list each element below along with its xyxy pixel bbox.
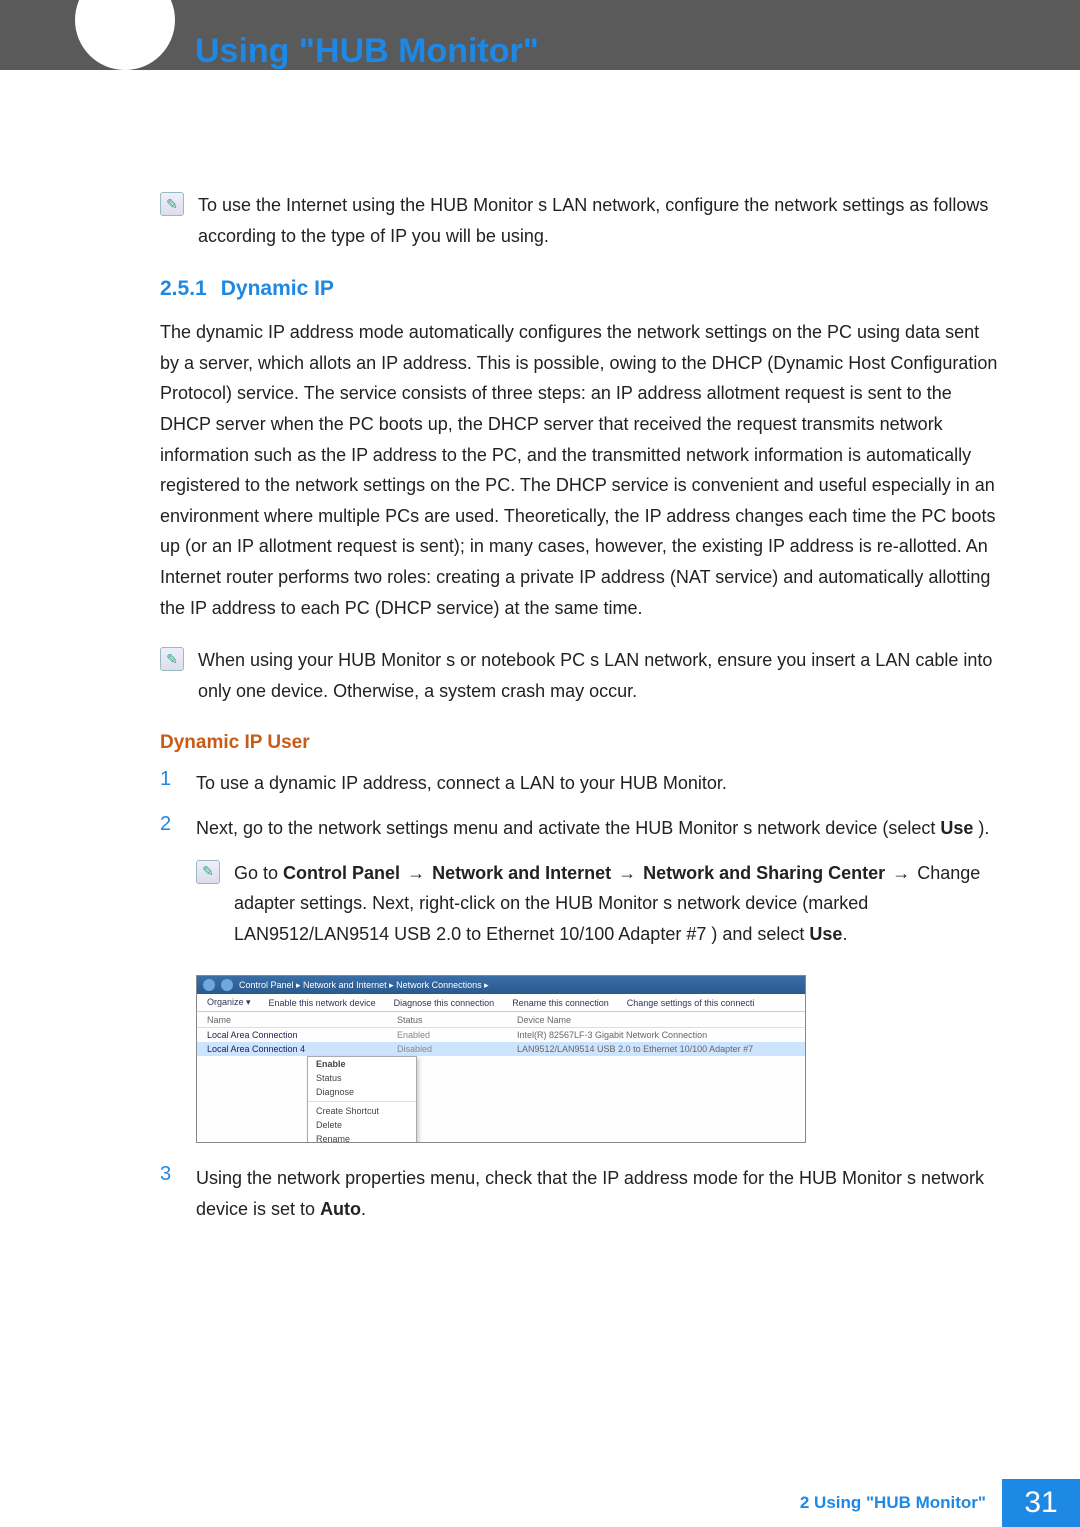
step-1: 1 To use a dynamic IP address, connect a… (160, 768, 1000, 799)
footer-chapter: 2 Using "HUB Monitor" (800, 1493, 1002, 1513)
breadcrumb: Control Panel ▸ Network and Internet ▸ N… (239, 980, 489, 991)
network-connections-screenshot: Control Panel ▸ Network and Internet ▸ N… (196, 975, 806, 1143)
subsection-heading: Dynamic IP User (160, 732, 1000, 754)
menu-delete: Delete (308, 1118, 416, 1132)
context-menu: Enable Status Diagnose Create Shortcut D… (307, 1056, 417, 1143)
menu-enable: Enable (308, 1057, 416, 1071)
warning-note: ✎ When using your HUB Monitor s or noteb… (160, 645, 1000, 706)
step-2-note-text: Go to Control Panel → Network and Intern… (234, 858, 1000, 950)
toolbar-rename: Rename this connection (512, 998, 609, 1008)
warning-note-text: When using your HUB Monitor s or noteboo… (198, 645, 1000, 706)
note-icon: ✎ (160, 192, 184, 216)
page-footer: 2 Using "HUB Monitor" 31 (800, 1479, 1080, 1527)
menu-rename: Rename (308, 1132, 416, 1143)
step-number: 2 (160, 813, 180, 836)
toolbar-enable: Enable this network device (269, 998, 376, 1008)
screenshot-titlebar: Control Panel ▸ Network and Internet ▸ N… (197, 976, 805, 994)
step-text: To use a dynamic IP address, connect a L… (196, 768, 727, 799)
section-title: Dynamic IP (221, 277, 334, 300)
section-number: 2.5.1 (160, 277, 207, 300)
section-heading: 2.5.1 Dynamic IP (160, 277, 1000, 301)
footer-page-number: 31 (1002, 1479, 1080, 1527)
note-icon: ✎ (160, 647, 184, 671)
toolbar-diagnose: Diagnose this connection (394, 998, 495, 1008)
screenshot-columns: Name Status Device Name (197, 1012, 805, 1028)
menu-status: Status (308, 1071, 416, 1085)
step-number: 3 (160, 1163, 180, 1186)
toolbar-organize: Organize ▾ (207, 997, 251, 1008)
intro-note-text: To use the Internet using the HUB Monito… (198, 190, 1000, 251)
intro-note: ✎ To use the Internet using the HUB Moni… (160, 190, 1000, 251)
screenshot-toolbar: Organize ▾ Enable this network device Di… (197, 994, 805, 1012)
table-row: Local Area Connection 4 Disabled LAN9512… (197, 1042, 805, 1056)
step-text: Using the network properties menu, check… (196, 1163, 1000, 1224)
menu-create-shortcut: Create Shortcut (308, 1104, 416, 1118)
step-2: 2 Next, go to the network settings menu … (160, 813, 1000, 844)
page-title: Using "HUB Monitor" (195, 32, 539, 71)
step-text: Next, go to the network settings menu an… (196, 813, 989, 844)
table-row: Local Area Connection Enabled Intel(R) 8… (197, 1028, 805, 1042)
section-paragraph: The dynamic IP address mode automaticall… (160, 317, 1000, 623)
step-list: 1 To use a dynamic IP address, connect a… (160, 768, 1000, 1224)
step-number: 1 (160, 768, 180, 791)
step-3: 3 Using the network properties menu, che… (160, 1163, 1000, 1224)
step-2-note: ✎ Go to Control Panel → Network and Inte… (196, 858, 1000, 950)
note-icon: ✎ (196, 860, 220, 884)
forward-icon (221, 979, 233, 991)
menu-diagnose: Diagnose (308, 1085, 416, 1099)
content-area: ✎ To use the Internet using the HUB Moni… (160, 190, 1000, 1238)
back-icon (203, 979, 215, 991)
toolbar-change: Change settings of this connecti (627, 998, 755, 1008)
